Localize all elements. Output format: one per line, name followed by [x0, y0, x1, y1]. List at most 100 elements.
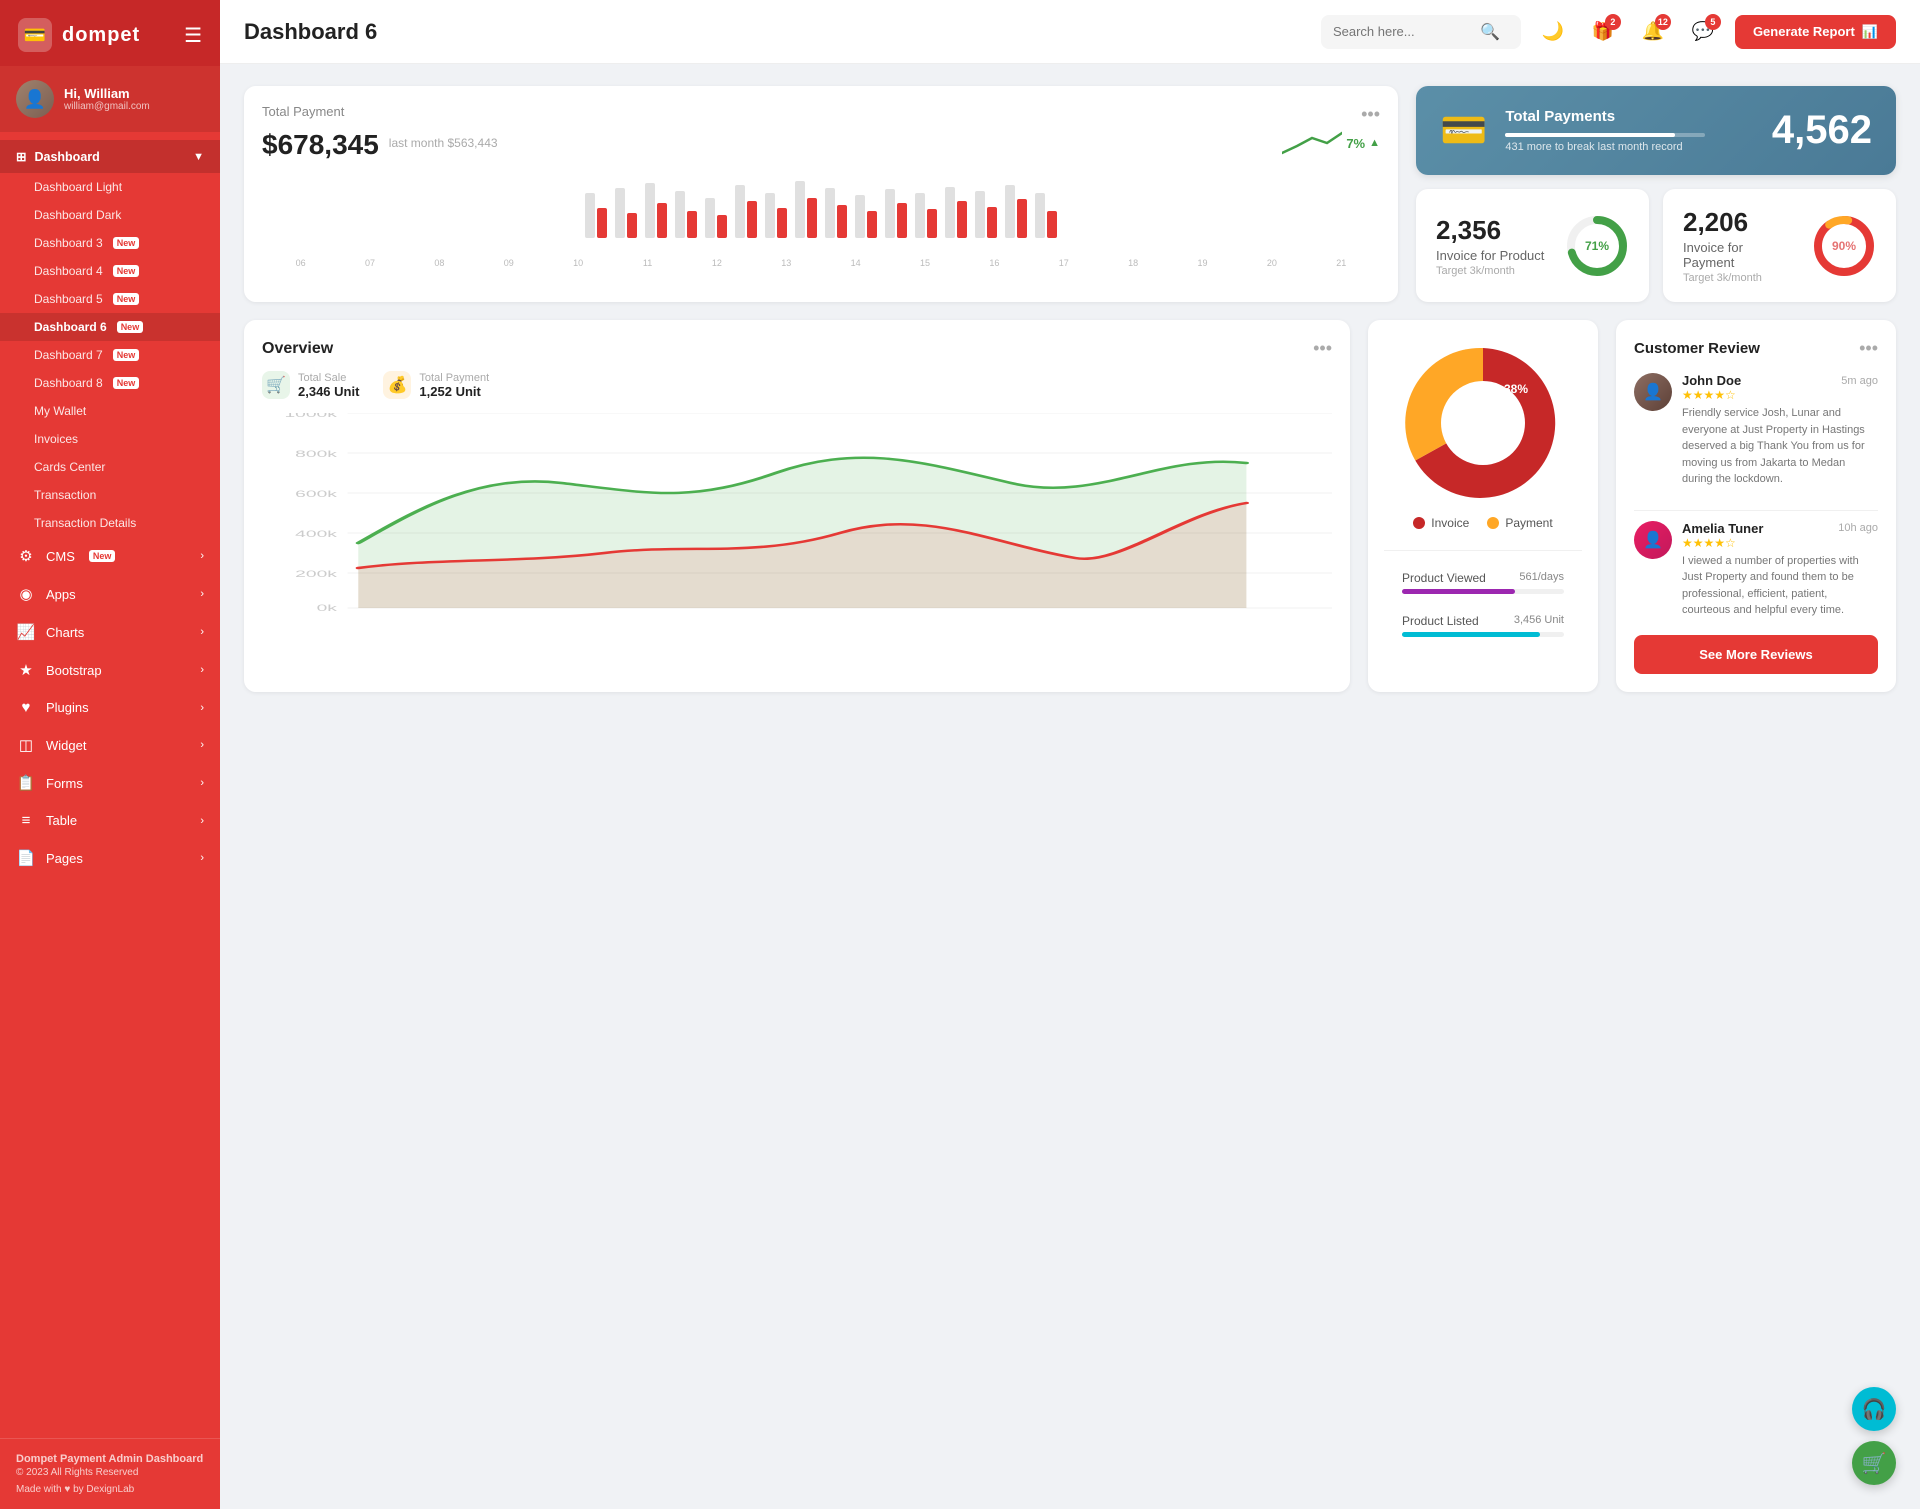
search-input[interactable] — [1333, 24, 1473, 39]
support-fab[interactable]: 🎧 — [1852, 1387, 1896, 1431]
amount-row: $678,345 last month $563,443 7% ▲ — [262, 125, 1380, 161]
gift-button[interactable]: 🎁 2 — [1585, 14, 1621, 50]
chevron-down-icon: ▼ — [193, 151, 204, 163]
cms-icon: ⚙ — [16, 547, 36, 565]
svg-text:38%: 38% — [1504, 382, 1528, 396]
sidebar-item-dashboard-3[interactable]: Dashboard 3 New — [0, 229, 220, 257]
dashboard-label: Dashboard — [34, 150, 99, 164]
item-label: Transaction Details — [34, 516, 136, 530]
sidebar-item-invoices[interactable]: Invoices — [0, 425, 220, 453]
donut-chart-product: 71% — [1565, 214, 1629, 278]
sidebar-item-cards-center[interactable]: Cards Center — [0, 453, 220, 481]
content-area: Total Payment ••• $678,345 last month $5… — [220, 64, 1920, 1509]
footer-made-text: Made with ♥ by DexignLab — [16, 1484, 134, 1495]
sidebar-item-table[interactable]: ≡ Table › — [0, 802, 220, 839]
payment-legend-label: Payment — [1505, 516, 1552, 530]
chevron-right-icon: › — [200, 588, 204, 600]
overview-header: Overview ••• — [262, 338, 1332, 359]
review-name-row: Amelia Tuner 10h ago — [1682, 521, 1878, 536]
pie-chart-wrap: 62% 38% Invoice Payment — [1384, 338, 1582, 530]
search-icon[interactable]: 🔍 — [1480, 22, 1500, 42]
sidebar-item-dashboard-dark[interactable]: Dashboard Dark — [0, 201, 220, 229]
sidebar-item-dashboard-7[interactable]: Dashboard 7 New — [0, 341, 220, 369]
sidebar-item-transaction[interactable]: Transaction — [0, 481, 220, 509]
bell-button[interactable]: 🔔 12 — [1635, 14, 1671, 50]
sidebar-item-forms[interactable]: 📋 Forms › — [0, 764, 220, 802]
user-email: william@gmail.com — [64, 101, 150, 112]
blue-card-number: 4,562 — [1772, 108, 1872, 153]
overview-legend: 🛒 Total Sale 2,346 Unit 💰 Total Payment … — [262, 371, 1332, 399]
hamburger-icon[interactable]: ☰ — [184, 23, 202, 48]
sidebar-item-dashboard-8[interactable]: Dashboard 8 New — [0, 369, 220, 397]
bar-label: 07 — [335, 258, 404, 268]
sidebar-item-apps[interactable]: ◉ Apps › — [0, 575, 220, 613]
item-label: Dashboard 7 — [34, 348, 103, 362]
sidebar-item-widget[interactable]: ◫ Widget › — [0, 726, 220, 764]
more-options-icon[interactable]: ••• — [1313, 338, 1332, 359]
review-content: John Doe 5m ago ★★★★☆ Friendly service J… — [1682, 373, 1878, 488]
pie-stats-card: 62% 38% Invoice Payment — [1368, 320, 1598, 692]
product-listed-label: Product Listed — [1402, 614, 1479, 628]
review-stars: ★★★★☆ — [1682, 388, 1878, 402]
main-content: Dashboard 6 🔍 🌙 🎁 2 🔔 12 💬 5 Generate Re… — [220, 0, 1920, 1509]
chevron-right-icon: › — [200, 550, 204, 562]
cms-label: CMS — [46, 549, 75, 564]
charts-label: Charts — [46, 625, 84, 640]
svg-text:200k: 200k — [295, 569, 337, 579]
sidebar-item-dashboard-4[interactable]: Dashboard 4 New — [0, 257, 220, 285]
bar-label: 06 — [266, 258, 335, 268]
bar-label: 13 — [752, 258, 821, 268]
moon-button[interactable]: 🌙 — [1535, 14, 1571, 50]
table-label: Table — [46, 813, 77, 828]
payment-dot — [1487, 517, 1499, 529]
sidebar-item-transaction-details[interactable]: Transaction Details — [0, 509, 220, 537]
search-box: 🔍 — [1321, 15, 1521, 49]
svg-text:400k: 400k — [295, 529, 337, 539]
item-label: Dashboard 3 — [34, 236, 103, 250]
reviewer-name: John Doe — [1682, 373, 1741, 388]
legend-total-sale: 🛒 Total Sale 2,346 Unit — [262, 371, 359, 399]
bar-label: 21 — [1307, 258, 1376, 268]
cart-fab[interactable]: 🛒 — [1852, 1441, 1896, 1485]
bar-label: 20 — [1237, 258, 1306, 268]
bar-label: 17 — [1029, 258, 1098, 268]
bar-chart-svg — [262, 173, 1380, 253]
chat-button[interactable]: 💬 5 — [1685, 14, 1721, 50]
cms-new-badge: New — [89, 550, 116, 562]
sidebar-item-dashboard-5[interactable]: Dashboard 5 New — [0, 285, 220, 313]
sidebar-item-charts[interactable]: 📈 Charts › — [0, 613, 220, 651]
trend-percent: 7% — [1346, 136, 1365, 151]
sidebar-item-bootstrap[interactable]: ★ Bootstrap › — [0, 651, 220, 689]
sidebar-item-pages[interactable]: 📄 Pages › — [0, 839, 220, 877]
more-options-icon[interactable]: ••• — [1361, 104, 1380, 125]
item-label: Dashboard 5 — [34, 292, 103, 306]
svg-text:62%: 62% — [1460, 424, 1486, 439]
sidebar-section-dashboard[interactable]: ⊞ Dashboard ▼ — [0, 140, 220, 173]
pie-legend-payment: Payment — [1487, 516, 1552, 530]
invoice-row: 2,356 Invoice for Product Target 3k/mont… — [1416, 189, 1896, 302]
sidebar-item-plugins[interactable]: ♥ Plugins › — [0, 689, 220, 726]
new-badge: New — [113, 237, 140, 249]
sidebar-item-cms[interactable]: ⚙ CMS New › — [0, 537, 220, 575]
sidebar-item-my-wallet[interactable]: My Wallet — [0, 397, 220, 425]
sidebar-item-dashboard-6[interactable]: Dashboard 6 New — [0, 313, 220, 341]
review-stars: ★★★★☆ — [1682, 536, 1878, 550]
bar-label: 14 — [821, 258, 890, 268]
bar-label: 12 — [682, 258, 751, 268]
sidebar-item-dashboard-light[interactable]: Dashboard Light — [0, 173, 220, 201]
review-text: Friendly service Josh, Lunar and everyon… — [1682, 405, 1878, 488]
trend-sparkline — [1282, 128, 1342, 158]
product-viewed-bar — [1402, 589, 1515, 594]
bar-label: 10 — [544, 258, 613, 268]
svg-text:800k: 800k — [295, 449, 337, 459]
page-title: Dashboard 6 — [244, 19, 1307, 45]
overview-title: Overview — [262, 340, 333, 358]
divider — [1384, 550, 1582, 551]
forms-label: Forms — [46, 776, 83, 791]
see-more-reviews-button[interactable]: See More Reviews — [1634, 635, 1878, 674]
plugins-icon: ♥ — [16, 699, 36, 716]
more-options-icon[interactable]: ••• — [1859, 338, 1878, 359]
total-payment-label: Total Payment — [262, 104, 344, 119]
generate-report-button[interactable]: Generate Report 📊 — [1735, 15, 1896, 49]
invoice-product-card: 2,356 Invoice for Product Target 3k/mont… — [1416, 189, 1649, 302]
